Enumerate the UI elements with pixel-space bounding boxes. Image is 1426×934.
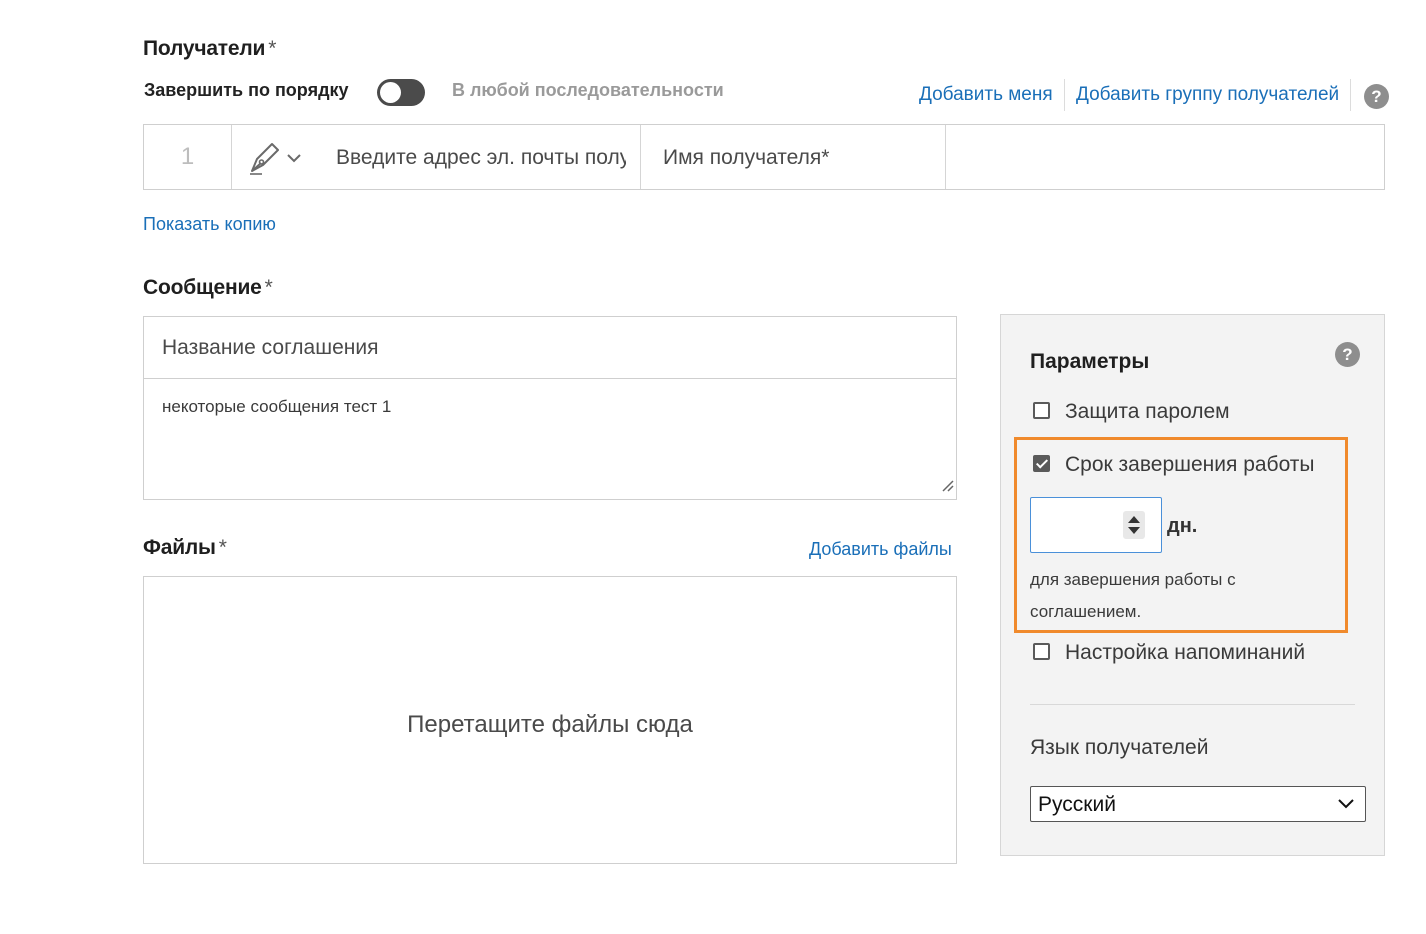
highlight-box (1014, 437, 1348, 633)
order-toggle[interactable] (377, 79, 425, 106)
language-selected-value: Русский (1038, 793, 1116, 816)
resize-handle-icon[interactable] (940, 478, 954, 497)
message-title: Сообщение * (143, 276, 273, 300)
chevron-down-icon[interactable] (286, 150, 302, 168)
language-select[interactable]: Русский (1030, 786, 1366, 822)
recipient-row: 1 (143, 124, 1385, 190)
params-title: Параметры (1030, 350, 1150, 373)
message-textarea[interactable]: некоторые сообщения тест 1 (162, 397, 391, 417)
password-protection-option[interactable]: Защита паролем (1033, 400, 1230, 424)
toggle-knob (380, 82, 401, 103)
complete-in-order-label: Завершить по порядку (144, 80, 349, 100)
recipients-title: Получатели * (143, 37, 276, 61)
required-mark: * (264, 276, 273, 299)
help-icon[interactable]: ? (1364, 84, 1389, 109)
divider (1030, 704, 1355, 705)
files-title: Файлы * (143, 536, 227, 560)
add-me-link[interactable]: Добавить меня (919, 84, 1053, 106)
required-mark: * (218, 536, 227, 559)
password-label: Защита паролем (1065, 400, 1230, 423)
agreement-name-input[interactable] (144, 317, 956, 379)
required-mark: * (268, 37, 277, 60)
drop-hint: Перетащите файлы сюда (407, 711, 693, 738)
pen-icon[interactable] (248, 139, 282, 180)
add-files-link[interactable]: Добавить файлы (809, 539, 952, 560)
reminders-checkbox[interactable] (1033, 642, 1050, 660)
show-copy-link[interactable]: Показать копию (143, 214, 276, 235)
file-dropzone[interactable]: Перетащите файлы сюда (143, 576, 957, 864)
any-order-label: В любой последовательности (452, 80, 724, 100)
recipient-language-label: Язык получателей (1030, 736, 1209, 759)
reminders-label: Настройка напоминаний (1065, 641, 1306, 664)
recipient-email-cell (232, 125, 641, 189)
help-icon[interactable]: ? (1335, 342, 1360, 367)
recipient-name-cell (641, 125, 946, 189)
recipient-name-input[interactable] (663, 143, 933, 173)
link-separator (1350, 79, 1351, 111)
recipient-number: 1 (144, 125, 232, 189)
message-title-text: Сообщение (143, 276, 262, 299)
reminders-option[interactable]: Настройка напоминаний (1033, 641, 1305, 665)
chevron-down-icon (1337, 797, 1355, 815)
link-separator (1064, 79, 1065, 111)
recipient-email-input[interactable] (336, 143, 626, 173)
add-recipient-group-link[interactable]: Добавить группу получателей (1076, 84, 1339, 106)
password-checkbox[interactable] (1033, 401, 1050, 419)
files-title-text: Файлы (143, 536, 216, 559)
message-box: некоторые сообщения тест 1 (143, 316, 957, 500)
recipients-title-text: Получатели (143, 37, 266, 60)
